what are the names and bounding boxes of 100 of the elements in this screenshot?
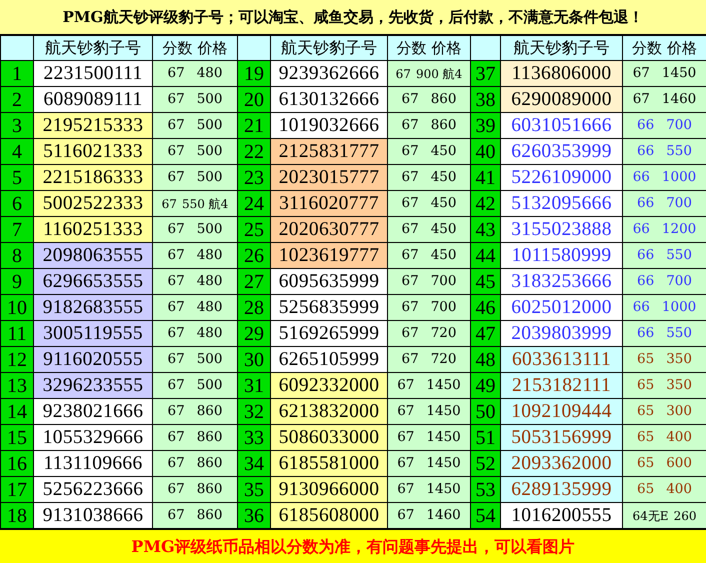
- row-number: 18: [0, 502, 34, 528]
- grade-score: 66: [637, 144, 654, 158]
- grade-score: 67: [402, 300, 419, 314]
- serial-number-cell: 2195215333: [34, 112, 152, 138]
- serial-number-cell: 3116020777: [270, 190, 388, 216]
- row-number: 46: [470, 294, 500, 320]
- row-number: 24: [238, 190, 270, 216]
- grade-score: 67: [632, 92, 650, 106]
- row-number: 52: [470, 450, 500, 476]
- row-number: 41: [470, 164, 500, 190]
- grade-score: 67: [168, 144, 185, 158]
- price-text: 1000: [662, 300, 696, 314]
- grade-score: 66: [632, 300, 650, 314]
- grade-score: 67: [168, 248, 185, 262]
- grade-score: 66: [632, 222, 650, 236]
- price-text: 500: [196, 170, 222, 184]
- grade-score: 67: [402, 248, 419, 262]
- row-number: 1: [0, 60, 34, 86]
- serial-number-cell: 2215186333: [34, 164, 152, 190]
- column-header: 分数 价格: [388, 36, 470, 60]
- grade-score: 65: [637, 430, 654, 444]
- serial-number-cell: 6025012000: [500, 294, 622, 320]
- grade-score: 67: [397, 430, 414, 444]
- serial-number-cell: 5086033000: [270, 424, 388, 450]
- grade-score: 66: [637, 248, 654, 262]
- price-text: 1460: [426, 508, 461, 522]
- grade-score: 67: [402, 326, 419, 340]
- column-header: 航天钞豹子号: [34, 36, 152, 60]
- price-text: 480: [196, 326, 222, 340]
- price-text: 500: [196, 222, 222, 236]
- row-number: 22: [238, 138, 270, 164]
- serial-number-cell: 6092332000: [270, 372, 388, 398]
- price-text: 1450: [426, 404, 461, 418]
- row-number: 17: [0, 476, 34, 502]
- price-text: 480: [196, 300, 222, 314]
- footer-note: PMG评级纸币品相以分数为准，有问题事先提出，可以看图片: [131, 536, 575, 558]
- price-text: 550: [666, 248, 692, 262]
- price-text: 450: [430, 170, 456, 184]
- row-number: 28: [238, 294, 270, 320]
- row-number: 37: [470, 60, 500, 86]
- price-text: 450: [430, 144, 456, 158]
- grade-score: 67: [402, 92, 419, 106]
- price-text: 1450: [426, 430, 461, 444]
- column-header: 航天钞豹子号: [270, 36, 388, 60]
- row-number: 53: [470, 476, 500, 502]
- grade-score: 66: [637, 196, 654, 210]
- row-number: 38: [470, 86, 500, 112]
- grade-score: 67: [397, 378, 414, 392]
- price-text: 480: [196, 66, 222, 80]
- price-text: 260: [674, 510, 696, 522]
- serial-number-cell: 9238021666: [34, 398, 152, 424]
- price-text: 500: [196, 118, 222, 132]
- column-header: 分数 价格: [622, 36, 706, 60]
- row-number: 27: [238, 268, 270, 294]
- row-number: 19: [238, 60, 270, 86]
- serial-number-cell: 2093362000: [500, 450, 622, 476]
- row-number: 25: [238, 216, 270, 242]
- grade-score: 66: [637, 118, 654, 132]
- price-text: 400: [666, 430, 692, 444]
- serial-number-cell: 1011580999: [500, 242, 622, 268]
- price-text: 500: [196, 144, 222, 158]
- serial-number-cell: 6265105999: [270, 346, 388, 372]
- serial-number-cell: 5226109000: [500, 164, 622, 190]
- grade-score: 65: [637, 482, 654, 496]
- grade-score: 67: [168, 456, 185, 470]
- price-text: 860: [196, 508, 222, 522]
- row-number: 21: [238, 112, 270, 138]
- price-text: 1200: [662, 222, 696, 236]
- grade-score: 67: [168, 274, 185, 288]
- serial-number-cell: 1023619777: [270, 242, 388, 268]
- grade-score: 67: [402, 352, 419, 366]
- grade-score: 67: [168, 404, 185, 418]
- serial-number-cell: 6089089111: [34, 86, 152, 112]
- row-number: 11: [0, 320, 34, 346]
- grade-score: 67: [402, 222, 419, 236]
- grade-score: 66: [637, 326, 654, 340]
- serial-number-cell: 3183253666: [500, 268, 622, 294]
- row-number: 30: [238, 346, 270, 372]
- price-text: 1450: [426, 456, 461, 470]
- grade-score: 67: [168, 170, 185, 184]
- row-number: 5: [0, 164, 34, 190]
- price-text: 500: [196, 352, 222, 366]
- price-text: 900 航4: [416, 68, 462, 80]
- grade-score: 67: [402, 118, 419, 132]
- serial-number-cell: 6213832000: [270, 398, 388, 424]
- grade-score: 67: [402, 274, 419, 288]
- grade-score: 67: [397, 456, 414, 470]
- row-number: 4: [0, 138, 34, 164]
- price-text: 1450: [426, 378, 461, 392]
- price-text: 700: [666, 118, 692, 132]
- grade-score: 67: [168, 66, 185, 80]
- row-number: 3: [0, 112, 34, 138]
- serial-number-cell: 5256835999: [270, 294, 388, 320]
- column-header: 分数 价格: [152, 36, 238, 60]
- row-number: 6: [0, 190, 34, 216]
- row-number: 43: [470, 216, 500, 242]
- row-number: 16: [0, 450, 34, 476]
- price-text: 860: [430, 118, 456, 132]
- serial-number-cell: 1019032666: [270, 112, 388, 138]
- grade-score: 67: [168, 222, 185, 236]
